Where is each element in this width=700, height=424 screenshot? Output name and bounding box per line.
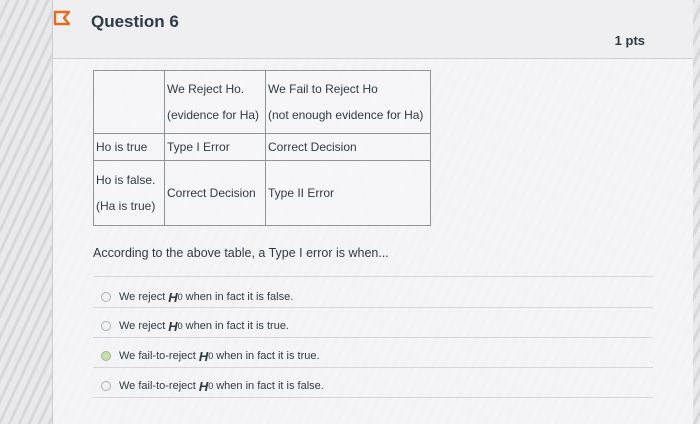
radio-button-icon[interactable]: [101, 381, 111, 391]
table-header-row: We Reject Ho. (evidence for Ha) We Fail …: [93, 70, 431, 134]
row-true-reject: Type I Error: [164, 133, 266, 161]
option-pre: We reject: [119, 291, 166, 303]
option-post: when in fact it is false.: [216, 380, 324, 392]
option-subscript: 0: [208, 351, 214, 361]
option-post: when in fact it is true.: [185, 320, 289, 332]
answer-divider: [93, 367, 653, 368]
radio-button-icon[interactable]: [101, 292, 111, 302]
table-row: Ho is false. (Ha is true) Correct Decisi…: [93, 160, 431, 226]
option-subscript: 0: [177, 321, 183, 331]
row-true-label: Ho is true: [93, 133, 165, 161]
answer-divider: [93, 307, 653, 308]
col-fail-line1: We Fail to Reject Ho: [268, 82, 378, 96]
option-pre: We reject: [119, 320, 166, 332]
radio-button-icon[interactable]: [101, 351, 111, 361]
question-title: Question 6: [91, 12, 179, 31]
question-prompt: According to the above table, a Type I e…: [93, 246, 389, 260]
answer-divider: [93, 276, 653, 277]
answer-option-4[interactable]: We fail-to-reject H0 when in fact it is …: [101, 376, 324, 396]
table-row: Ho is true Type I Error Correct Decision: [93, 133, 431, 161]
option-symbol: H: [168, 318, 178, 334]
col-header-reject: We Reject Ho. (evidence for Ha): [164, 70, 266, 134]
col-reject-line1: We Reject Ho.: [167, 82, 245, 96]
option-pre: We fail-to-reject: [119, 380, 196, 392]
table-corner-cell: [93, 70, 165, 134]
option-pre: We fail-to-reject: [119, 350, 196, 362]
row-true-fail: Correct Decision: [265, 133, 431, 161]
row-false-reject: Correct Decision: [164, 160, 266, 226]
col-fail-line2: (not enough evidence for Ha): [268, 108, 424, 122]
option-post: when in fact it is true.: [216, 350, 320, 362]
question-header: Question 6 1 pts: [53, 0, 693, 59]
option-subscript: 0: [208, 381, 214, 391]
col-reject-line2: (evidence for Ha): [167, 108, 260, 122]
row-false-label-line2: (Ha is true): [96, 199, 156, 213]
col-header-fail: We Fail to Reject Ho (not enough evidenc…: [265, 70, 431, 134]
row-false-label: Ho is false. (Ha is true): [93, 160, 165, 226]
flag-icon[interactable]: [53, 8, 75, 28]
radio-button-icon[interactable]: [101, 321, 111, 331]
answer-option-3[interactable]: We fail-to-reject H0 when in fact it is …: [101, 346, 320, 366]
row-false-fail: Type II Error: [265, 160, 431, 226]
answer-option-2[interactable]: We reject H0 when in fact it is true.: [101, 316, 289, 336]
question-points: 1 pts: [614, 33, 645, 48]
option-subscript: 0: [177, 292, 183, 302]
answer-divider: [93, 337, 653, 338]
answer-option-1[interactable]: We reject H0 when in fact it is false.: [101, 287, 293, 307]
decision-table: We Reject Ho. (evidence for Ha) We Fail …: [93, 70, 431, 226]
question-card: Question 6 1 pts We Reject Ho. (evidence…: [52, 0, 693, 424]
option-symbol: H: [198, 348, 209, 364]
row-false-label-line1: Ho is false.: [96, 173, 156, 187]
option-symbol: H: [168, 289, 178, 305]
option-symbol: H: [198, 378, 209, 394]
answer-divider: [93, 397, 653, 398]
option-post: when in fact it is false.: [185, 291, 294, 303]
